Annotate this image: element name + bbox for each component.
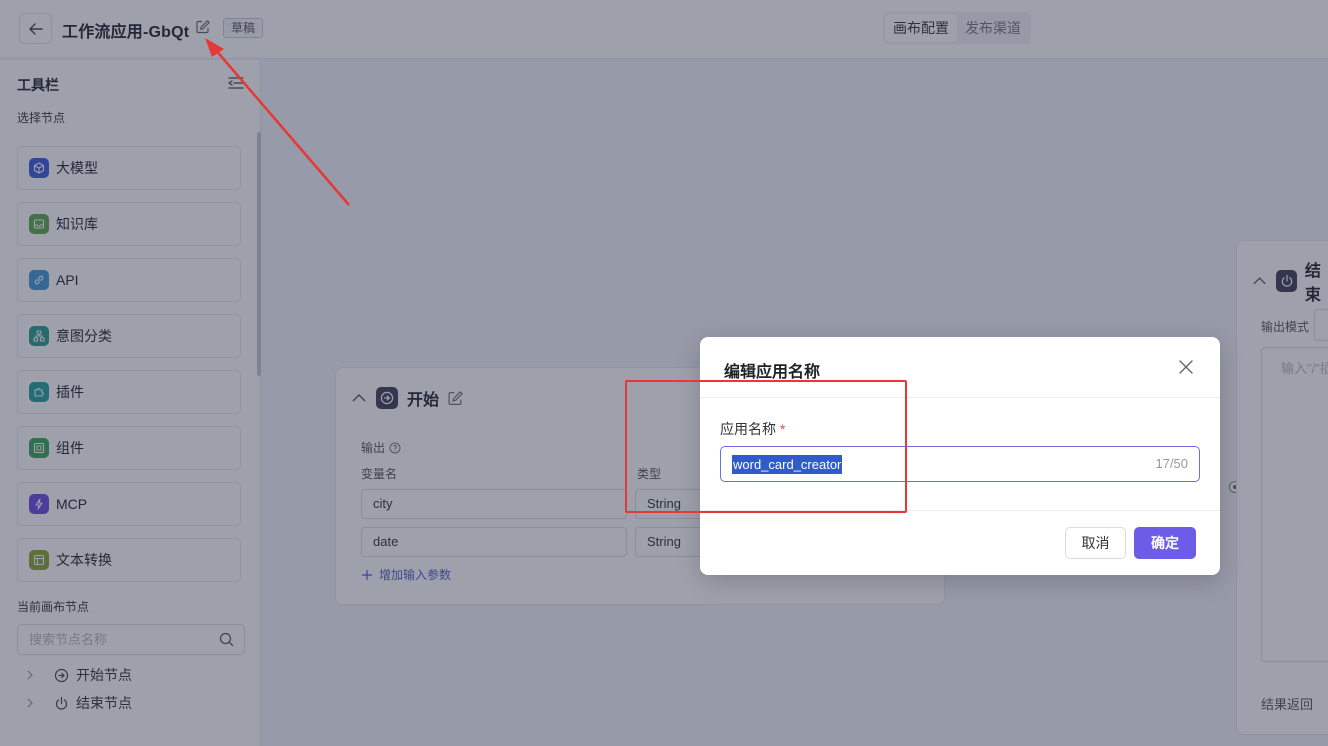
cancel-button[interactable]: 取消 — [1065, 527, 1126, 559]
dialog-title: 编辑应用名称 — [724, 364, 821, 381]
char-counter: 17/50 — [1155, 456, 1188, 471]
confirm-button[interactable]: 确定 — [1134, 527, 1196, 559]
annotation-highlight-box — [625, 380, 907, 513]
close-icon[interactable] — [1178, 359, 1194, 375]
